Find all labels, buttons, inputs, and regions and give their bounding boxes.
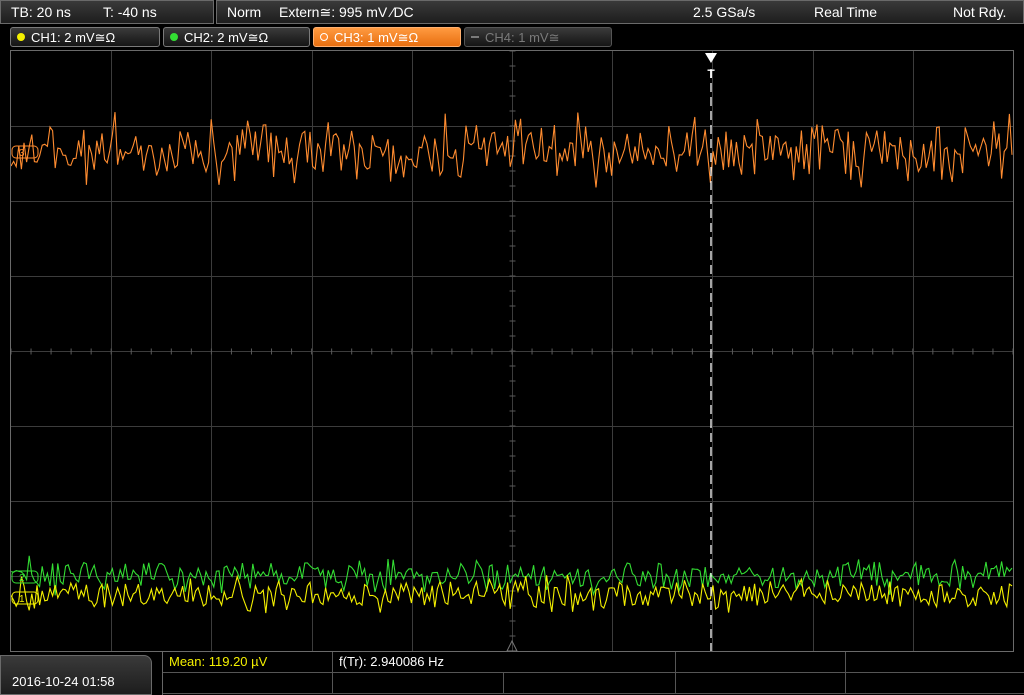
measurement-cell[interactable] xyxy=(504,673,676,694)
waveform-display[interactable]: T 3 2 1 xyxy=(10,50,1014,652)
waveform-svg: T 3 2 1 xyxy=(11,51,1013,651)
ch2-marker-label: 2 xyxy=(19,573,25,584)
channel-tab-ch4[interactable]: CH4: 1 mV≅ xyxy=(464,27,612,47)
graticule xyxy=(11,51,1013,651)
ch2-color-dot xyxy=(170,33,178,41)
ch3-trace xyxy=(11,112,1013,188)
channel-tab-ch1[interactable]: CH1: 2 mV≅Ω xyxy=(10,27,160,47)
frequency-measurement: f(Tr): 2.940086 Hz xyxy=(339,654,445,669)
ch1-label: CH1: 2 mV≅Ω xyxy=(31,30,116,45)
measurement-cell[interactable] xyxy=(676,652,846,673)
ch3-label: CH3: 1 mV≅Ω xyxy=(334,30,419,45)
trigger-panel[interactable]: Norm Extern≅: 995 mV ⁄DC 2.5 GSa/s Real … xyxy=(216,0,1024,24)
channel-tab-ch2[interactable]: CH2: 2 mV≅Ω xyxy=(163,27,310,47)
sample-rate[interactable]: 2.5 GSa/s xyxy=(693,4,755,20)
ch2-label: CH2: 2 mV≅Ω xyxy=(184,30,269,45)
timebase-panel[interactable]: TB: 20 ns T: -40 ns xyxy=(0,0,214,24)
ch1-marker-label: 1 xyxy=(19,594,25,605)
date-time: 2016-10-24 01:58 xyxy=(12,674,115,689)
channel-tab-ch3[interactable]: CH3: 1 mV≅Ω xyxy=(313,27,461,47)
trigger-source[interactable]: Extern≅: 995 mV ⁄DC xyxy=(279,4,414,21)
ch3-marker-label: 3 xyxy=(19,148,25,159)
trigger-time-readout[interactable]: T: -40 ns xyxy=(103,4,157,20)
ch3-color-dot xyxy=(320,33,328,41)
trigger-marker-label: T xyxy=(707,67,715,81)
status-bar: TB: 20 ns T: -40 ns Norm Extern≅: 995 mV… xyxy=(0,0,1024,25)
timebase-readout[interactable]: TB: 20 ns xyxy=(11,4,71,20)
measurement-cell[interactable]: f(Tr): 2.940086 Hz xyxy=(333,652,676,673)
measurement-cell[interactable] xyxy=(676,673,846,694)
acquisition-mode[interactable]: Real Time xyxy=(814,4,877,20)
measurement-cell[interactable] xyxy=(333,673,504,694)
trigger-mode[interactable]: Norm xyxy=(227,4,261,20)
measurement-cell[interactable] xyxy=(163,673,333,694)
mean-measurement: Mean: 119.20 µV xyxy=(169,654,268,669)
ch4-label: CH4: 1 mV≅ xyxy=(485,30,560,45)
measurement-cell[interactable]: Mean: 119.20 µV xyxy=(163,652,333,673)
acquisition-state: Not Rdy. xyxy=(953,4,1007,20)
measurement-cell[interactable] xyxy=(846,673,1024,694)
trigger-position-marker[interactable] xyxy=(705,53,717,63)
measurement-table[interactable]: Mean: 119.20 µV f(Tr): 2.940086 Hz xyxy=(162,652,1024,695)
date-time-box: 2016-10-24 01:58 xyxy=(0,655,152,695)
ch1-color-dot xyxy=(17,33,25,41)
ch4-off-icon xyxy=(471,36,479,38)
measurement-cell[interactable] xyxy=(846,652,1024,673)
